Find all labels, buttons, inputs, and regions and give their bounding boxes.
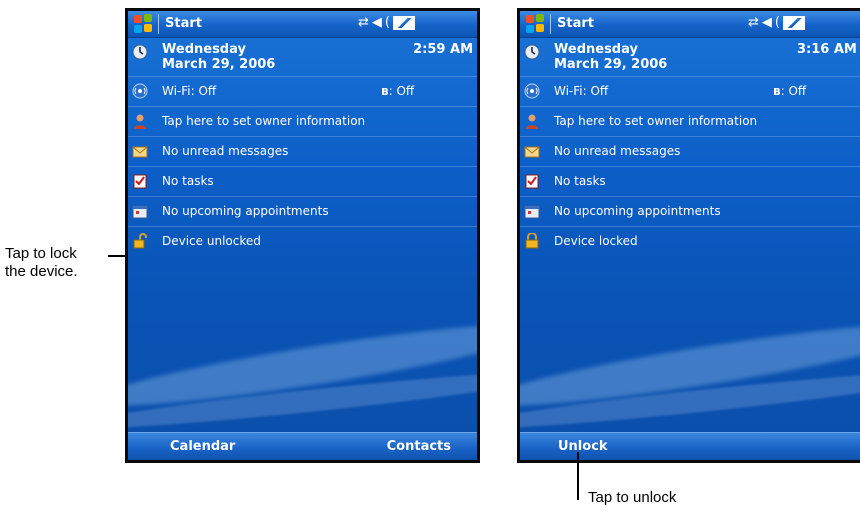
messages-label: No unread messages [554, 144, 681, 158]
tasks-label: No tasks [162, 174, 214, 188]
windows-logo-icon[interactable] [526, 14, 546, 34]
speaker-icon[interactable]: ◀( [372, 15, 393, 30]
owner-label: Tap here to set owner information [554, 114, 758, 128]
time-label: 3:16 AM [797, 42, 857, 57]
title-bar[interactable]: Start ⇄◀( [520, 11, 860, 38]
wifi-label: Wi-Fi: Off [162, 84, 217, 98]
appointments-label: No upcoming appointments [162, 204, 329, 218]
padlock-open-icon [133, 233, 147, 249]
calendar-softkey[interactable]: Calendar [170, 439, 235, 454]
tasks-icon [525, 174, 539, 189]
date-row[interactable]: Wednesday March 29, 2006 3:16 AM [520, 38, 860, 77]
bluetooth-icon: ʙ [381, 84, 389, 98]
date-label: March 29, 2006 [162, 57, 276, 72]
device-status-label: Device unlocked [162, 234, 261, 248]
speaker-icon[interactable]: ◀( [762, 15, 783, 30]
contacts-softkey[interactable]: Contacts [387, 439, 451, 454]
device-locked: Start ⇄◀( Wednesday March 29, 2006 3:16 … [517, 8, 860, 463]
day-label: Wednesday [162, 42, 246, 57]
owner-label: Tap here to set owner information [162, 114, 366, 128]
device-lock-row[interactable]: Device locked [520, 227, 860, 256]
wireless-icon [524, 83, 540, 99]
soft-key-bar: Calendar Contacts [128, 432, 477, 460]
time-label: 2:59 AM [413, 42, 473, 57]
soft-key-bar: Unlock [520, 432, 860, 460]
unlock-softkey[interactable]: Unlock [558, 439, 608, 454]
messages-label: No unread messages [162, 144, 289, 158]
envelope-icon [524, 146, 540, 158]
padlock-closed-icon [525, 233, 539, 249]
appointments-row[interactable]: No upcoming appointments [520, 197, 860, 227]
bluetooth-status: ʙ: Off [773, 84, 807, 98]
owner-icon [526, 114, 538, 129]
messages-row[interactable]: No unread messages [520, 137, 860, 167]
tasks-row[interactable]: No tasks [128, 167, 477, 197]
today-screen: Start ⇄◀( Wednesday March 29, 2006 3:16 … [520, 11, 860, 460]
messages-row[interactable]: No unread messages [128, 137, 477, 167]
clock-icon [132, 44, 148, 60]
start-menu-label[interactable]: Start [557, 16, 594, 31]
wireless-icon [132, 83, 148, 99]
lock-callout-line1: Tap to lock [5, 245, 77, 262]
calendar-icon [132, 205, 148, 219]
battery-icon[interactable] [392, 15, 415, 30]
device-lock-row[interactable]: Device unlocked [128, 227, 477, 256]
device-status-label: Device locked [554, 234, 638, 248]
start-menu-label[interactable]: Start [165, 16, 202, 31]
wifi-row[interactable]: Wi-Fi: Off ʙ: Off [128, 77, 477, 107]
wifi-label: Wi-Fi: Off [554, 84, 609, 98]
appointments-row[interactable]: No upcoming appointments [128, 197, 477, 227]
owner-icon [134, 114, 146, 129]
windows-logo-icon[interactable] [134, 14, 154, 34]
lock-callout-text: Tap to lock the device. [5, 245, 78, 281]
date-label: March 29, 2006 [554, 57, 668, 72]
tasks-label: No tasks [554, 174, 606, 188]
tasks-icon [133, 174, 147, 189]
appointments-label: No upcoming appointments [554, 204, 721, 218]
device-unlocked: Start ⇄◀( Wednesday March 29, 2006 2:59 … [125, 8, 480, 463]
connectivity-icon[interactable]: ⇄ [748, 15, 762, 30]
today-screen: Start ⇄◀( Wednesday March 29, 2006 2:59 … [128, 11, 477, 460]
bluetooth-status: ʙ: Off [381, 84, 415, 98]
wifi-row[interactable]: Wi-Fi: Off ʙ: Off [520, 77, 860, 107]
status-icons[interactable]: ⇄◀( [748, 15, 805, 30]
connectivity-icon[interactable]: ⇄ [358, 15, 372, 30]
unlock-callout-leader [577, 452, 579, 500]
bluetooth-icon: ʙ [773, 84, 781, 98]
unlock-callout-text: Tap to unlock [588, 489, 677, 506]
lock-callout-line2: the device. [5, 263, 78, 280]
calendar-icon [524, 205, 540, 219]
clock-icon [524, 44, 540, 60]
battery-icon[interactable] [782, 15, 805, 30]
date-row[interactable]: Wednesday March 29, 2006 2:59 AM [128, 38, 477, 77]
status-icons[interactable]: ⇄◀( [358, 15, 415, 30]
envelope-icon [132, 146, 148, 158]
tasks-row[interactable]: No tasks [520, 167, 860, 197]
owner-row[interactable]: Tap here to set owner information [128, 107, 477, 137]
owner-row[interactable]: Tap here to set owner information [520, 107, 860, 137]
title-bar[interactable]: Start ⇄◀( [128, 11, 477, 38]
day-label: Wednesday [554, 42, 638, 57]
